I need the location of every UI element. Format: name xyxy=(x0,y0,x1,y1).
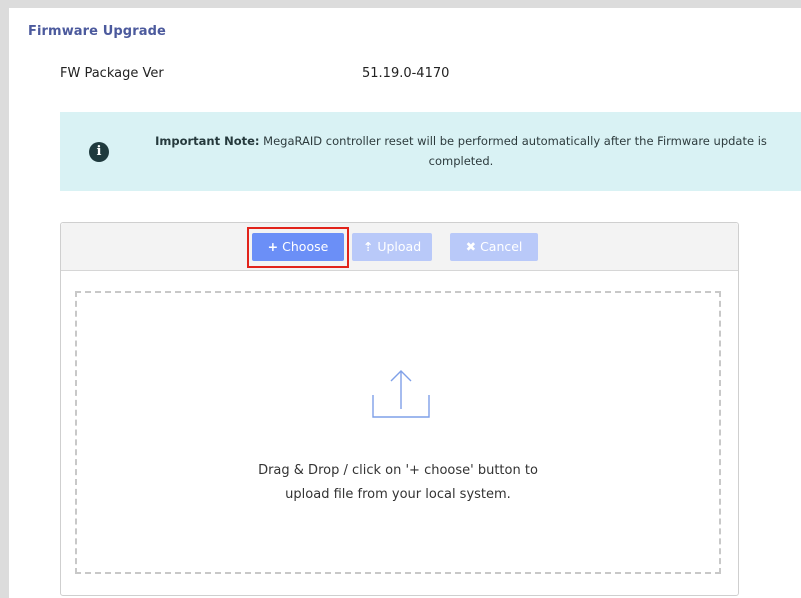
drop-instructions: Drag & Drop / click on '+ choose' button… xyxy=(77,459,719,507)
important-note-label: Important Note: xyxy=(155,134,260,148)
close-icon: ✖ xyxy=(465,239,477,254)
important-note-text: Important Note: MegaRAID controller rese… xyxy=(140,131,782,171)
uploader-toolbar: + Choose ⇡ Upload ✖ Cancel xyxy=(61,223,738,271)
info-icon: i xyxy=(89,142,109,162)
upload-button-label: Upload xyxy=(377,239,422,254)
choose-highlight-box xyxy=(247,227,349,268)
drop-instructions-line2: upload file from your local system. xyxy=(285,487,511,502)
section-title: Firmware Upgrade xyxy=(28,24,166,39)
top-frame-border xyxy=(0,0,801,8)
upload-icon xyxy=(372,370,430,418)
firmware-upgrade-page: Firmware Upgrade FW Package Ver 51.19.0-… xyxy=(0,0,801,598)
fw-package-value: 51.19.0-4170 xyxy=(362,66,450,81)
important-note-box: i Important Note: MegaRAID controller re… xyxy=(60,112,801,191)
drop-zone[interactable]: Drag & Drop / click on '+ choose' button… xyxy=(75,291,721,574)
left-frame-border xyxy=(0,0,9,598)
upload-arrow-icon: ⇡ xyxy=(362,239,374,254)
fw-package-label: FW Package Ver xyxy=(60,66,164,81)
important-note-body: MegaRAID controller reset will be perfor… xyxy=(259,134,767,168)
cancel-button[interactable]: ✖ Cancel xyxy=(450,233,538,261)
drop-instructions-line1: Drag & Drop / click on '+ choose' button… xyxy=(258,463,538,478)
cancel-button-label: Cancel xyxy=(480,239,523,254)
upload-button[interactable]: ⇡ Upload xyxy=(352,233,432,261)
file-uploader: + Choose ⇡ Upload ✖ Cancel Drag & Drop / cl… xyxy=(60,222,739,596)
